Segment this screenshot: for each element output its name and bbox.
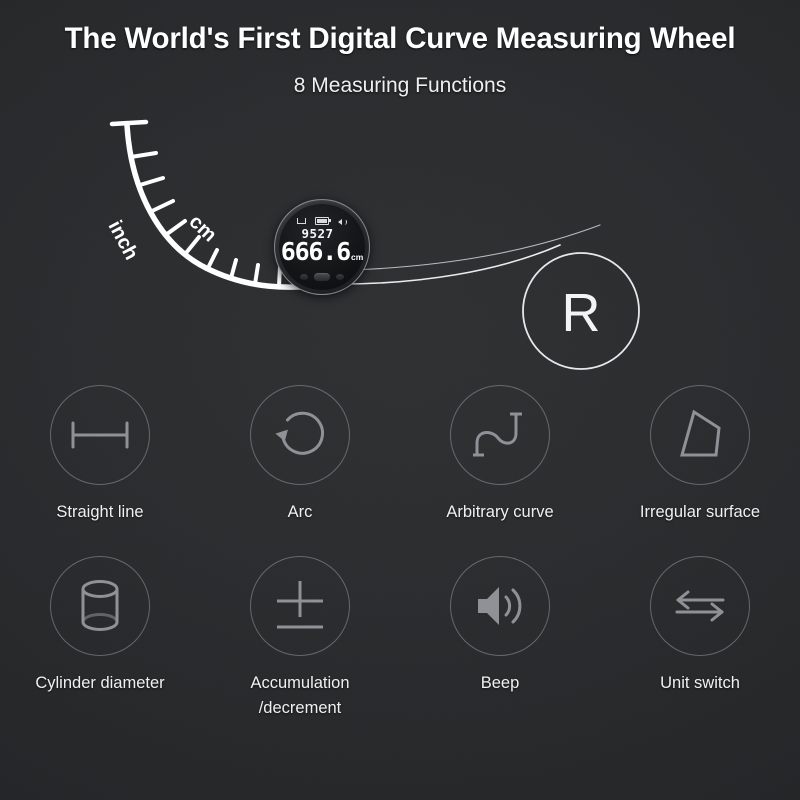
device-center-button[interactable] bbox=[314, 273, 330, 281]
function-label: Cylinder diameter bbox=[35, 673, 165, 692]
function-icon-circle bbox=[250, 555, 350, 656]
function-beep[interactable]: Beep bbox=[400, 555, 600, 722]
arc-icon bbox=[275, 411, 324, 455]
function-label: Arbitrary curve bbox=[446, 503, 554, 521]
function-icon-circle bbox=[650, 555, 750, 656]
radius-circle-label: R bbox=[562, 283, 601, 343]
function-icon-circle bbox=[650, 385, 750, 485]
ruler-label-cm: cm bbox=[185, 211, 221, 247]
page-title: The World's First Digital Curve Measurin… bbox=[64, 22, 736, 55]
function-label: Accumulation /decrement bbox=[250, 673, 350, 718]
function-label: Straight line bbox=[56, 503, 144, 521]
arbitrary-curve-icon bbox=[473, 412, 522, 457]
function-icon-circle bbox=[50, 555, 150, 656]
function-label: Arc bbox=[287, 503, 313, 521]
plus-minus-icon bbox=[277, 580, 323, 629]
function-row-2: Cylinder diameter Accumulation /decremen… bbox=[0, 555, 800, 722]
ruler-label-inch: inch bbox=[104, 217, 143, 264]
function-cylinder-diameter[interactable]: Cylinder diameter bbox=[0, 555, 200, 722]
measuring-wheel-device: 9527 666.6 cm bbox=[274, 199, 370, 295]
hero-illustration: inch cm R bbox=[0, 95, 800, 395]
function-accumulation-decrement[interactable]: Accumulation /decrement bbox=[200, 555, 400, 722]
speaker-icon bbox=[338, 218, 347, 226]
cylinder-icon bbox=[81, 579, 119, 631]
device-right-button[interactable] bbox=[336, 274, 344, 280]
function-label: Beep bbox=[480, 673, 520, 692]
infographic-page: The World's First Digital Curve Measurin… bbox=[0, 0, 800, 800]
device-button-row bbox=[279, 273, 365, 281]
function-label: Unit switch bbox=[660, 673, 740, 692]
straight-line-icon bbox=[71, 421, 129, 449]
lcd-main-reading: 666.6 cm bbox=[279, 239, 365, 264]
function-icon-circle bbox=[450, 385, 550, 485]
function-icon-circle bbox=[450, 555, 550, 656]
bracket-icon bbox=[296, 218, 306, 224]
function-unit-switch[interactable]: Unit switch bbox=[600, 555, 800, 722]
swap-arrows-icon bbox=[675, 590, 725, 622]
lcd-status-icons bbox=[279, 216, 365, 226]
radius-circle: R bbox=[522, 252, 640, 370]
function-grid: Straight line Arc Arbitrary curve Irregu… bbox=[0, 385, 800, 722]
lcd-unit-label: cm bbox=[350, 251, 364, 262]
lcd-main-value: 666.6 bbox=[280, 237, 351, 266]
function-icon-circle bbox=[50, 385, 150, 485]
function-row-1: Straight line Arc Arbitrary curve Irregu… bbox=[0, 385, 800, 526]
function-icon-circle bbox=[250, 385, 350, 485]
function-label: Irregular surface bbox=[639, 503, 761, 521]
function-arc[interactable]: Arc bbox=[200, 385, 400, 526]
device-left-button[interactable] bbox=[300, 274, 308, 280]
irregular-surface-icon bbox=[680, 409, 721, 457]
function-straight-line[interactable]: Straight line bbox=[0, 385, 200, 526]
function-irregular-surface[interactable]: Irregular surface bbox=[600, 385, 800, 526]
function-arbitrary-curve[interactable]: Arbitrary curve bbox=[400, 385, 600, 526]
device-lcd-screen: 9527 666.6 cm bbox=[279, 204, 365, 290]
battery-icon bbox=[314, 216, 332, 226]
speaker-icon bbox=[478, 586, 522, 625]
